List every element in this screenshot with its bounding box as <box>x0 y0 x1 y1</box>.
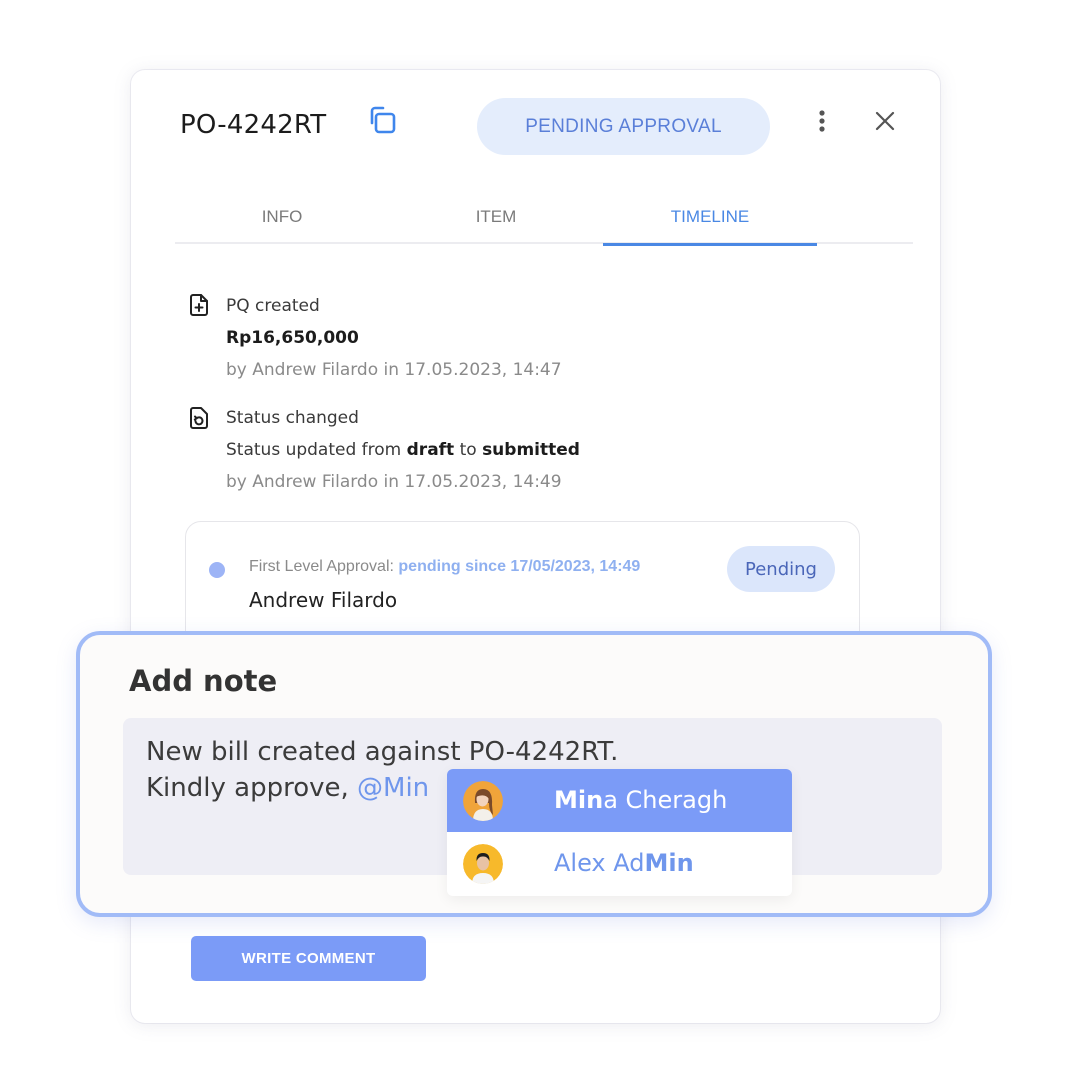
timeline-status-change: Status updated from draft to submitted <box>226 434 580 466</box>
status-to: submitted <box>482 440 580 460</box>
approval-pending-since: pending since 17/05/2023, 14:49 <box>398 558 641 575</box>
status-from: draft <box>406 440 455 460</box>
approval-level-label: First Level Approval: <box>249 558 399 575</box>
tab-item[interactable]: ITEM <box>389 190 603 244</box>
name-rest: a Cheragh <box>603 786 728 814</box>
note-line-1: New bill created against PO-4242RT. <box>146 737 619 767</box>
timeline-meta: by Andrew Filardo in 17.05.2023, 14:49 <box>226 472 562 492</box>
timeline-amount: Rp16,650,000 <box>226 328 359 348</box>
tab-timeline[interactable]: TIMELINE <box>603 190 817 246</box>
mention-dropdown: Mina Cheragh Alex AdMin <box>447 769 792 896</box>
status-badge: PENDING APPROVAL <box>477 98 770 155</box>
file-refresh-icon <box>188 406 210 430</box>
status-change-mid: to <box>454 440 483 460</box>
close-icon[interactable] <box>872 108 898 134</box>
more-vertical-icon[interactable] <box>812 108 832 136</box>
approval-status-dot <box>209 562 225 578</box>
status-change-prefix: Status updated from <box>226 440 407 460</box>
write-comment-button[interactable]: WRITE COMMENT <box>191 936 426 981</box>
file-plus-icon <box>188 293 210 317</box>
pending-badge: Pending <box>727 546 835 592</box>
avatar <box>463 844 503 884</box>
approval-level-line: First Level Approval: pending since 17/0… <box>249 558 640 576</box>
match-highlight: Min <box>644 849 694 877</box>
tab-bar: INFO ITEM TIMELINE <box>175 190 913 246</box>
mention-token: @Min <box>357 773 430 803</box>
approver-name: Andrew Filardo <box>249 588 398 612</box>
timeline-title: Status changed <box>226 408 359 428</box>
mention-option-name: Mina Cheragh <box>554 786 727 814</box>
mention-option-mina-cheragh[interactable]: Mina Cheragh <box>447 769 792 832</box>
name-prefix: Alex Ad <box>554 849 645 877</box>
note-line-2: Kindly approve, <box>146 773 358 803</box>
po-number-title: PO-4242RT <box>180 110 327 140</box>
mention-option-alex-admin[interactable]: Alex AdMin <box>447 832 792 895</box>
add-note-title: Add note <box>129 664 278 698</box>
timeline-title: PQ created <box>226 296 320 316</box>
timeline-meta: by Andrew Filardo in 17.05.2023, 14:47 <box>226 360 562 380</box>
avatar <box>463 781 503 821</box>
mention-option-name: Alex AdMin <box>554 849 694 877</box>
match-highlight: Min <box>554 786 604 814</box>
tab-info[interactable]: INFO <box>175 190 389 244</box>
copy-icon[interactable] <box>364 104 398 138</box>
